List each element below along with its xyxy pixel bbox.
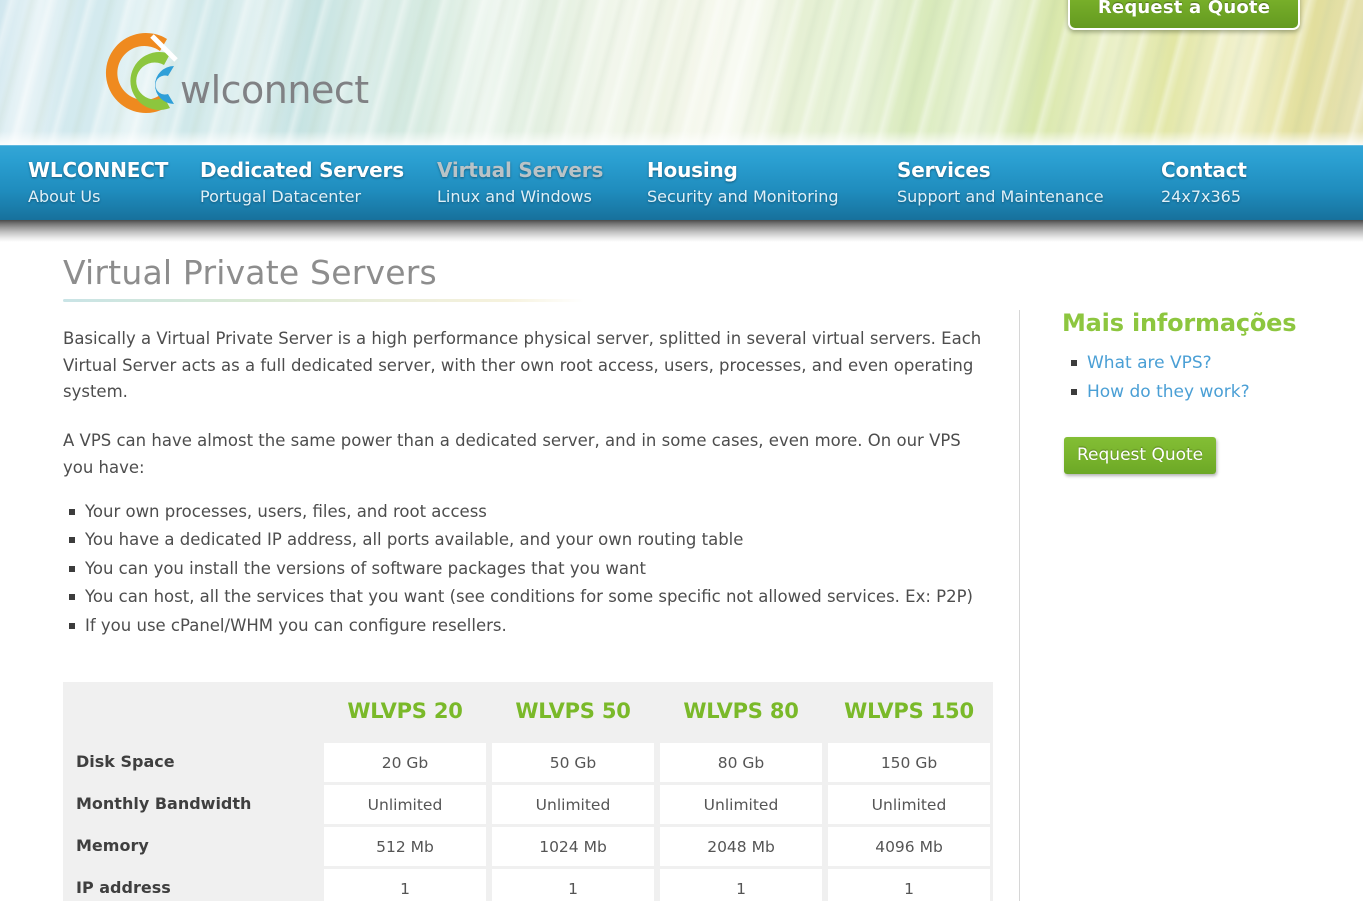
table-cell: 1024 Mb xyxy=(489,824,657,867)
sidebar-title: Mais informações xyxy=(1062,309,1297,337)
table-row: Memory 512 Mb 1024 Mb 2048 Mb 4096 Mb xyxy=(63,824,993,867)
table-cell: 1 xyxy=(321,866,489,901)
nav-item-title: WLCONNECT xyxy=(28,158,169,182)
table-cell: Unlimited xyxy=(321,782,489,825)
logo-wordmark: wlconnect xyxy=(180,68,369,112)
nav-item-title: Virtual Servers xyxy=(437,158,604,182)
nav-item-subtitle: Linux and Windows xyxy=(437,187,592,206)
table-cell: 4096 Mb xyxy=(825,824,993,867)
table-header-plan: WLVPS 80 xyxy=(657,682,825,741)
nav-item-services[interactable]: Services Support and Maintenance xyxy=(897,160,1104,205)
table-cell: 1 xyxy=(657,866,825,901)
table-body: Disk Space 20 Gb 50 Gb 80 Gb 150 Gb Mont… xyxy=(63,740,993,901)
vps-feature-list: Your own processes, users, files, and ro… xyxy=(63,499,993,639)
list-item: You can host, all the services that you … xyxy=(69,584,993,610)
list-item: If you use cPanel/WHM you can configure … xyxy=(69,613,993,639)
page-body: Virtual Private Servers Basically a Virt… xyxy=(0,242,1363,901)
list-item: What are VPS? xyxy=(1071,352,1339,374)
table-row-label: Disk Space xyxy=(63,740,321,783)
list-item: How do they work? xyxy=(1071,381,1339,403)
table-row: Disk Space 20 Gb 50 Gb 80 Gb 150 Gb xyxy=(63,740,993,783)
nav-drop-shadow xyxy=(0,220,1363,242)
intro-paragraph-1: Basically a Virtual Private Server is a … xyxy=(63,328,982,402)
site-logo[interactable]: wlconnect xyxy=(88,24,369,124)
intro-paragraph-2: A VPS can have almost the same power tha… xyxy=(63,431,961,477)
list-item: You can you install the versions of soft… xyxy=(69,556,993,582)
nav-item-title: Housing xyxy=(647,158,738,182)
table-cell: 2048 Mb xyxy=(657,824,825,867)
nav-item-title: Contact xyxy=(1161,158,1247,182)
table-row-label: IP address xyxy=(63,866,321,901)
table-cell: 20 Gb xyxy=(321,740,489,783)
request-a-quote-button[interactable]: Request a Quote xyxy=(1068,0,1300,30)
sidebar-link-what-are-vps[interactable]: What are VPS? xyxy=(1087,353,1212,373)
table-header-plan: WLVPS 20 xyxy=(321,682,489,741)
nav-inner: WLCONNECT About Us Dedicated Servers Por… xyxy=(0,145,1363,220)
nav-item-title: Services xyxy=(897,158,991,182)
vps-plans-table: WLVPS 20 WLVPS 50 WLVPS 80 WLVPS 150 Dis… xyxy=(63,682,993,901)
list-item: Your own processes, users, files, and ro… xyxy=(69,499,993,525)
page-title: Virtual Private Servers xyxy=(63,253,437,292)
title-underline xyxy=(63,298,584,302)
site-header: wlconnect Request a Quote xyxy=(0,0,1363,145)
nav-item-contact[interactable]: Contact 24x7x365 xyxy=(1161,160,1247,205)
nav-item-subtitle: Security and Monitoring xyxy=(647,187,839,206)
header-fade xyxy=(0,131,1363,145)
main-navigation[interactable]: WLCONNECT About Us Dedicated Servers Por… xyxy=(0,145,1363,220)
nav-item-dedicated-servers[interactable]: Dedicated Servers Portugal Datacenter xyxy=(200,160,404,205)
nav-item-subtitle: Portugal Datacenter xyxy=(200,187,362,206)
table-header-row: WLVPS 20 WLVPS 50 WLVPS 80 WLVPS 150 xyxy=(63,682,993,741)
table-cell: 50 Gb xyxy=(489,740,657,783)
nav-item-virtual-servers[interactable]: Virtual Servers Linux and Windows xyxy=(437,160,603,205)
table-cell: Unlimited xyxy=(489,782,657,825)
table-corner-cell xyxy=(63,682,321,741)
nav-item-wlconnect[interactable]: WLCONNECT About Us xyxy=(28,160,168,205)
list-item: You have a dedicated IP address, all por… xyxy=(69,527,993,553)
table-header-plan: WLVPS 150 xyxy=(825,682,993,741)
nav-item-subtitle: 24x7x365 xyxy=(1161,187,1242,206)
nav-item-title: Dedicated Servers xyxy=(200,158,404,182)
nav-item-subtitle: About Us xyxy=(28,187,101,206)
table-cell: 1 xyxy=(825,866,993,901)
nav-item-housing[interactable]: Housing Security and Monitoring xyxy=(647,160,839,205)
table-head: WLVPS 20 WLVPS 50 WLVPS 80 WLVPS 150 xyxy=(63,682,993,741)
table-header-plan: WLVPS 50 xyxy=(489,682,657,741)
main-content: Virtual Private Servers Basically a Virt… xyxy=(63,253,993,901)
sidebar-link-how-do-they-work[interactable]: How do they work? xyxy=(1087,382,1250,402)
table-row-label: Memory xyxy=(63,824,321,867)
table-cell: Unlimited xyxy=(657,782,825,825)
sidebar-link-list: What are VPS? How do they work? xyxy=(1062,352,1339,403)
sidebar: Mais informações What are VPS? How do th… xyxy=(1019,310,1339,901)
table-cell: Unlimited xyxy=(825,782,993,825)
table-cell: 512 Mb xyxy=(321,824,489,867)
table-cell: 150 Gb xyxy=(825,740,993,783)
wlconnect-logo-icon xyxy=(105,33,178,114)
table-cell: 80 Gb xyxy=(657,740,825,783)
request-quote-button[interactable]: Request Quote xyxy=(1064,436,1217,474)
table-cell: 1 xyxy=(489,866,657,901)
nav-item-subtitle: Support and Maintenance xyxy=(897,187,1104,206)
table-row: Monthly Bandwidth Unlimited Unlimited Un… xyxy=(63,782,993,825)
table-row-label: Monthly Bandwidth xyxy=(63,782,321,825)
table-row: IP address 1 1 1 1 xyxy=(63,866,993,901)
request-a-quote-label: Request a Quote xyxy=(1097,0,1271,18)
